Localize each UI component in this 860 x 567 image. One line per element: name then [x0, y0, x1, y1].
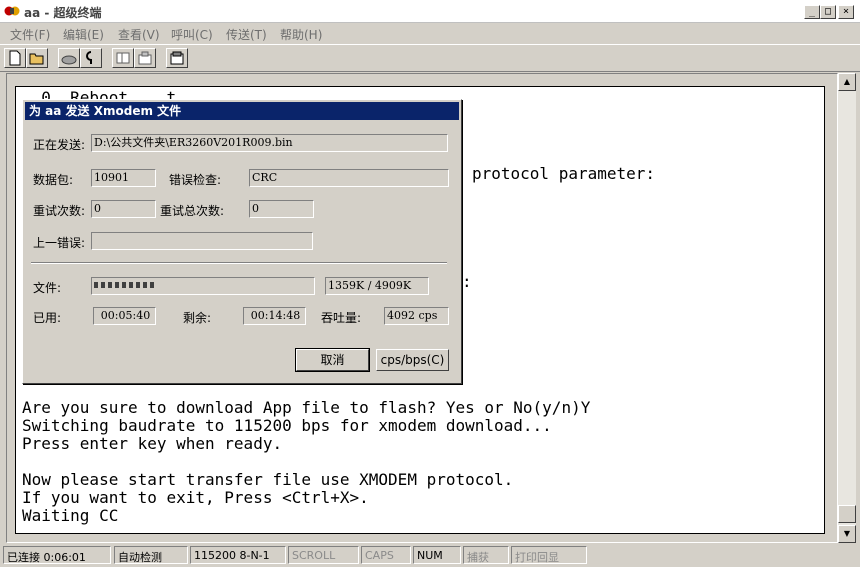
terminal-line: If you want to exit, Press <Ctrl+X>. — [22, 488, 369, 507]
status-connected: 已连接 0:06:01 — [3, 546, 111, 564]
new-button[interactable] — [4, 48, 26, 68]
retries-label: 重试次数: — [33, 204, 86, 218]
minimize-button[interactable]: _ — [804, 5, 820, 19]
progress-block — [143, 282, 147, 288]
last-error-field — [91, 232, 313, 250]
menu-transfer[interactable]: 传送(T) — [226, 26, 267, 43]
status-print-echo: 打印回显 — [511, 546, 587, 564]
last-error-label: 上一错误: — [33, 236, 86, 250]
hyperterminal-icon — [4, 6, 20, 16]
progress-block — [108, 282, 112, 288]
error-check-field: CRC — [249, 169, 449, 187]
terminal-line: Waiting CC — [22, 506, 119, 525]
packet-field: 10901 — [91, 169, 156, 187]
file-progress-text: 1359K / 4909K — [325, 277, 429, 295]
terminal-fragment-protocol: protocol parameter: — [472, 164, 656, 183]
cps-bps-button[interactable]: cps/bps(C) — [376, 349, 449, 371]
properties-icon — [170, 51, 184, 65]
scroll-thumb[interactable] — [838, 505, 856, 523]
cancel-button[interactable]: 取消 — [295, 348, 370, 372]
menu-view[interactable]: 查看(V) — [118, 26, 160, 43]
menu-edit[interactable]: 编辑(E) — [63, 26, 104, 43]
dialog-title: 为 aa 发送 Xmodem 文件 — [25, 102, 459, 120]
disconnect-button[interactable] — [80, 48, 102, 68]
call-icon — [61, 55, 77, 65]
maximize-button[interactable]: □ — [820, 5, 836, 19]
scroll-up-button[interactable]: ▲ — [838, 73, 856, 91]
status-capture: 捕获 — [463, 546, 509, 564]
open-icon — [29, 53, 44, 65]
send-button[interactable] — [112, 48, 134, 68]
file-label: 文件: — [33, 281, 62, 295]
progress-block — [150, 282, 154, 288]
window-title: aa - 超级终端 — [24, 6, 102, 20]
status-detect: 自动检测 — [114, 546, 188, 564]
file-progress-bar — [91, 277, 315, 295]
packet-label: 数据包: — [33, 173, 74, 187]
progress-block — [129, 282, 133, 288]
receive-button[interactable] — [134, 48, 156, 68]
retries-field: 0 — [91, 200, 156, 218]
title-bar: aa - 超级终端 _ □ × — [0, 0, 860, 23]
terminal-line: Switching baudrate to 115200 bps for xmo… — [22, 416, 552, 435]
progress-block — [94, 282, 98, 288]
scroll-down-button[interactable]: ▼ — [838, 525, 856, 543]
receive-icon — [138, 51, 152, 65]
call-button[interactable] — [58, 48, 80, 68]
menu-call[interactable]: 呼叫(C) — [171, 26, 213, 43]
toolbar — [0, 44, 860, 72]
terminal-fragment-colon: : — [462, 272, 472, 291]
dialog-separator — [31, 262, 447, 264]
send-icon — [116, 52, 130, 64]
progress-block — [115, 282, 119, 288]
progress-block — [122, 282, 126, 288]
status-scroll: SCROLL — [288, 546, 359, 564]
total-retries-label: 重试总次数: — [160, 204, 225, 218]
disconnect-icon — [86, 51, 92, 64]
progress-fill — [94, 282, 157, 288]
vertical-scrollbar[interactable]: ▲ ▼ — [838, 73, 856, 543]
remaining-field: 00:14:48 — [243, 307, 306, 325]
progress-block — [136, 282, 140, 288]
status-num: NUM — [413, 546, 461, 564]
sending-label: 正在发送: — [33, 138, 86, 152]
terminal-line: Now please start transfer file use XMODE… — [22, 470, 514, 489]
menu-bar: 文件(F) 编辑(E) 查看(V) 呼叫(C) 传送(T) 帮助(H) — [0, 23, 860, 43]
terminal-line: Are you sure to download App file to fla… — [22, 398, 591, 417]
properties-button[interactable] — [166, 48, 188, 68]
menu-file[interactable]: 文件(F) — [10, 26, 50, 43]
menu-help[interactable]: 帮助(H) — [280, 26, 322, 43]
open-button[interactable] — [26, 48, 48, 68]
progress-block — [101, 282, 105, 288]
status-baud: 115200 8-N-1 — [190, 546, 286, 564]
xmodem-send-dialog: 为 aa 发送 Xmodem 文件 正在发送: D:\公共文件夹\ER3260V… — [22, 99, 462, 384]
throughput-field: 4092 cps — [384, 307, 449, 325]
new-icon — [9, 50, 21, 66]
sending-file-field: D:\公共文件夹\ER3260V201R009.bin — [91, 134, 448, 152]
elapsed-label: 已用: — [33, 311, 62, 325]
throughput-label: 吞吐量: — [321, 311, 362, 325]
terminal-line: Press enter key when ready. — [22, 434, 283, 453]
status-bar: 已连接 0:06:01 自动检测 115200 8-N-1 SCROLL CAP… — [0, 545, 860, 567]
remaining-label: 剩余: — [183, 311, 212, 325]
elapsed-field: 00:05:40 — [93, 307, 156, 325]
status-caps: CAPS — [361, 546, 411, 564]
total-retries-field: 0 — [249, 200, 314, 218]
error-check-label: 错误检查: — [169, 173, 222, 187]
close-button[interactable]: × — [838, 5, 854, 19]
